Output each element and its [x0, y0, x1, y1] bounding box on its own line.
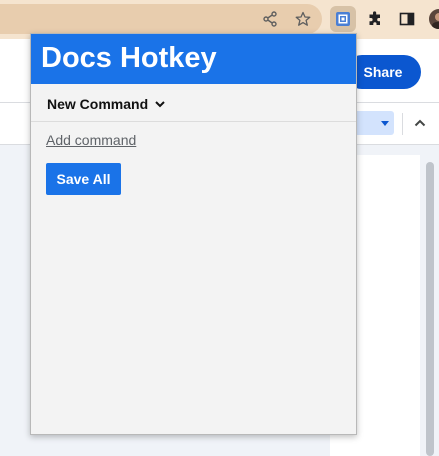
docs-hotkey-extension-icon[interactable]	[330, 6, 356, 32]
divider	[31, 121, 356, 122]
star-icon[interactable]	[292, 8, 314, 30]
docs-hotkey-popup: Docs Hotkey New Command Add command Save…	[30, 33, 357, 435]
puzzle-icon[interactable]	[364, 8, 386, 30]
scrollbar-thumb[interactable]	[426, 162, 434, 456]
profile-avatar[interactable]	[427, 7, 439, 31]
toolbar-separator	[402, 113, 403, 135]
popup-title: Docs Hotkey	[31, 34, 356, 84]
side-panel-icon[interactable]	[396, 8, 418, 30]
save-all-button[interactable]: Save All	[46, 163, 121, 195]
chevron-up-icon	[414, 119, 426, 127]
screen: Share Docs Hotkey New Command Add comman…	[0, 0, 439, 456]
add-command-link[interactable]: Add command	[46, 132, 136, 148]
new-command-label: New Command	[47, 96, 149, 112]
share-icon[interactable]	[259, 8, 281, 30]
caret-down-icon	[381, 121, 389, 126]
chevron-down-icon	[155, 101, 165, 108]
new-command-toggle[interactable]: New Command	[47, 94, 166, 114]
collapse-menus-button[interactable]	[409, 112, 431, 134]
